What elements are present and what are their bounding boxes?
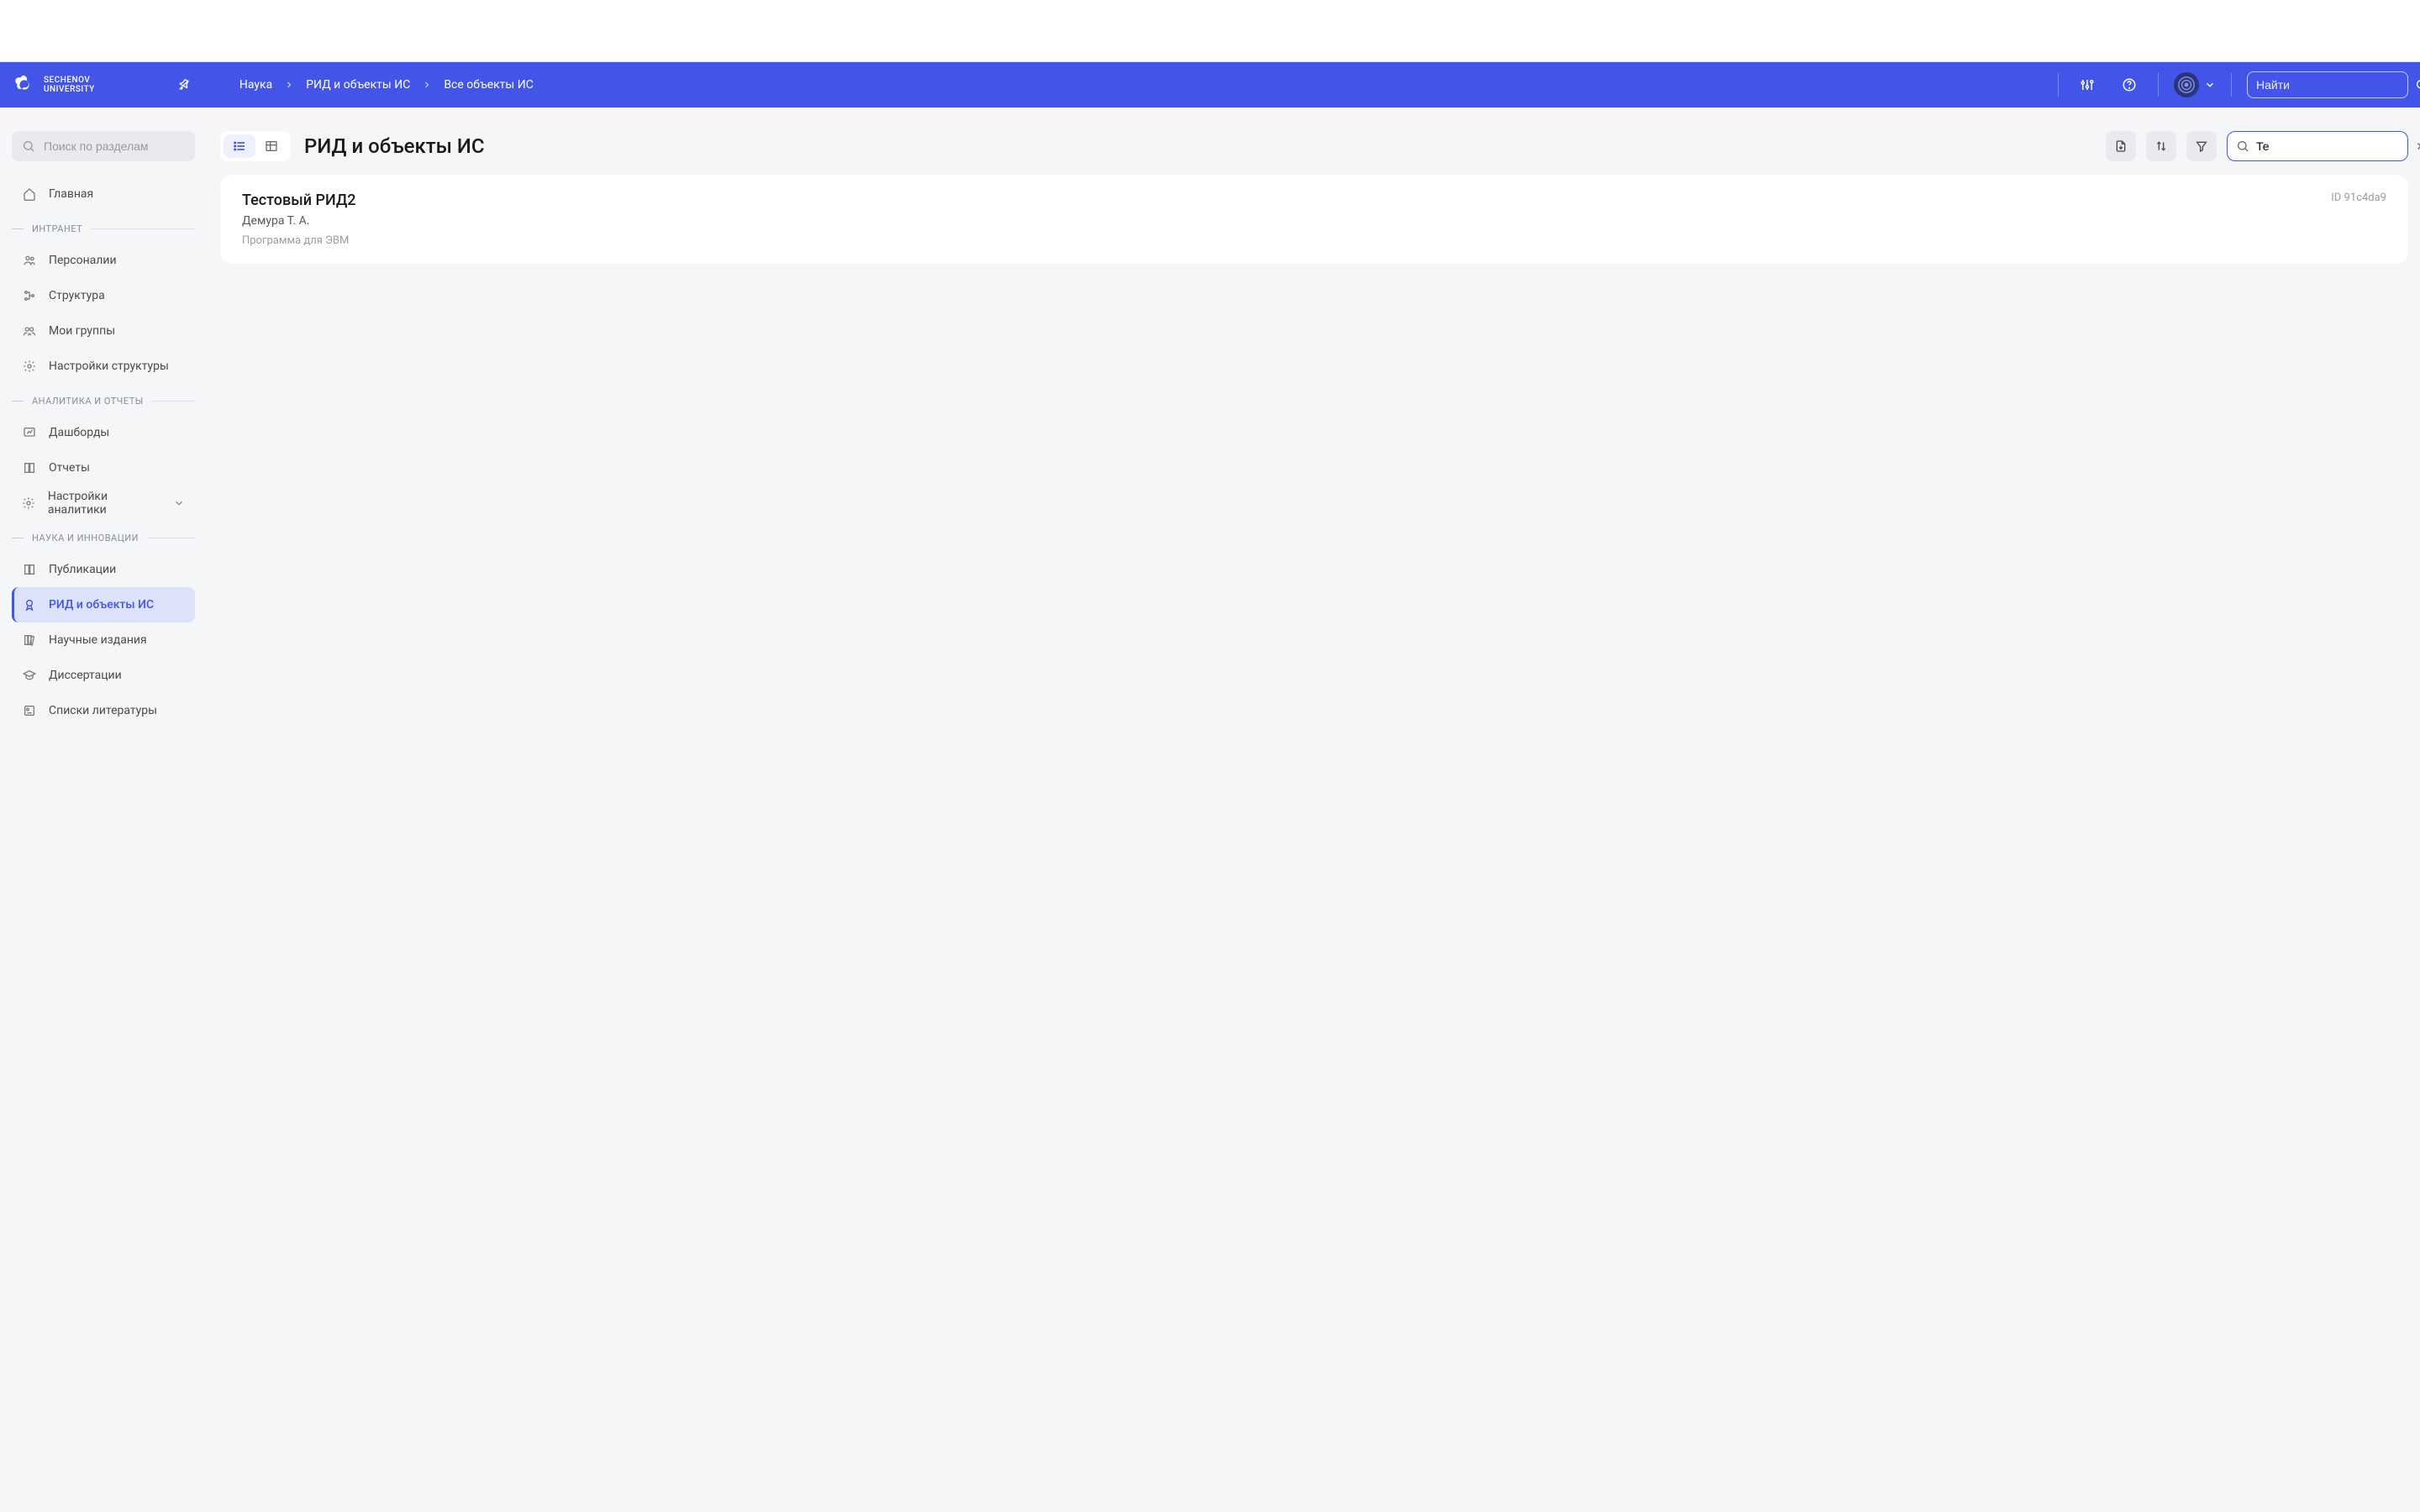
result-card[interactable]: Тестовый РИД2 ID 91c4da9 Демура Т. А. Пр… xyxy=(220,175,2408,264)
books-icon xyxy=(22,633,37,647)
nav-scientific-editions[interactable]: Научные издания xyxy=(12,622,195,658)
logo-icon xyxy=(12,72,37,97)
nav-dissertations[interactable]: Диссертации xyxy=(12,658,195,693)
award-icon xyxy=(22,598,37,612)
nav-label: Научные издания xyxy=(49,633,147,647)
content-search[interactable] xyxy=(2227,131,2408,161)
group-icon xyxy=(22,324,37,338)
users-icon xyxy=(22,254,37,267)
nav-label: Структура xyxy=(49,289,105,302)
nav-analytics-settings[interactable]: Настройки аналитики xyxy=(12,486,195,521)
list-icon xyxy=(22,704,37,717)
breadcrumb-1[interactable]: РИД и объекты ИС xyxy=(306,78,410,92)
browser-chrome xyxy=(0,0,2420,62)
card-type: Программа для ЭВМ xyxy=(242,234,2386,247)
search-icon xyxy=(2236,139,2249,153)
cap-icon xyxy=(22,669,37,682)
book-icon xyxy=(22,563,37,576)
dashboard-icon xyxy=(22,426,37,439)
settings-sliders-button[interactable] xyxy=(2074,71,2101,98)
org-icon xyxy=(22,289,37,302)
logo[interactable]: SECHENOV UNIVERSITY xyxy=(12,72,95,97)
clear-icon[interactable] xyxy=(2415,140,2420,152)
nav-personalities[interactable]: Персоналии xyxy=(12,243,195,278)
chevron-down-icon xyxy=(173,497,185,509)
nav-label: Отчеты xyxy=(49,461,90,475)
view-table-button[interactable] xyxy=(255,134,287,158)
breadcrumbs: Наука РИД и объекты ИС Все объекты ИС xyxy=(239,78,2058,92)
main: РИД и объекты ИС xyxy=(207,108,2420,1512)
search-icon xyxy=(22,139,35,153)
sort-button[interactable] xyxy=(2146,131,2176,161)
sidebar-search-input[interactable] xyxy=(44,139,196,153)
section-analytics: АНАЛИТИКА И ОТЧЕТЫ xyxy=(12,396,195,407)
app-body: Главная ИНТРАНЕТ Персоналии Структура Мо… xyxy=(0,108,2420,1512)
nav-structure-settings[interactable]: Настройки структуры xyxy=(12,349,195,384)
view-toggle xyxy=(220,131,291,161)
nav-label: Публикации xyxy=(49,563,116,576)
nav-label: Мои группы xyxy=(49,324,115,338)
export-button[interactable] xyxy=(2106,131,2136,161)
nav-label: Настройки аналитики xyxy=(48,490,161,517)
header-search[interactable] xyxy=(2247,71,2408,98)
book-icon xyxy=(22,461,37,475)
topbar-right xyxy=(2058,71,2408,98)
divider xyxy=(2231,73,2232,97)
help-button[interactable] xyxy=(2116,71,2143,98)
toolbar xyxy=(2106,131,2408,161)
nav-structure[interactable]: Структура xyxy=(12,278,195,313)
page-title: РИД и объекты ИС xyxy=(304,134,2092,158)
nav-label: Главная xyxy=(49,187,93,201)
nav-label: Настройки структуры xyxy=(49,360,169,373)
filter-button[interactable] xyxy=(2186,131,2217,161)
nav-reports[interactable]: Отчеты xyxy=(12,450,195,486)
nav-label: Дашборды xyxy=(49,426,109,439)
card-title: Тестовый РИД2 xyxy=(242,192,356,209)
avatar xyxy=(2174,72,2199,97)
topbar: SECHENOV UNIVERSITY Наука РИД и объекты … xyxy=(0,62,2420,108)
nav-publications[interactable]: Публикации xyxy=(12,552,195,587)
sidebar-search[interactable] xyxy=(12,131,195,161)
view-list-button[interactable] xyxy=(224,134,255,158)
gear-icon xyxy=(22,496,36,510)
nav-label: Списки литературы xyxy=(49,704,157,717)
chevron-down-icon xyxy=(2204,79,2216,91)
home-icon xyxy=(22,187,37,201)
logo-text: SECHENOV UNIVERSITY xyxy=(44,76,95,94)
sidebar: Главная ИНТРАНЕТ Персоналии Структура Мо… xyxy=(0,108,207,1512)
nav-bibliography[interactable]: Списки литературы xyxy=(12,693,195,728)
card-id: ID 91c4da9 xyxy=(2331,192,2386,204)
breadcrumb-2[interactable]: Все объекты ИС xyxy=(444,78,534,92)
nav-label: Диссертации xyxy=(49,669,122,682)
user-menu[interactable] xyxy=(2174,72,2216,97)
search-icon[interactable] xyxy=(2415,78,2420,92)
nav-my-groups[interactable]: Мои группы xyxy=(12,313,195,349)
gear-icon xyxy=(22,360,37,373)
nav-home[interactable]: Главная xyxy=(12,176,195,212)
main-header: РИД и объекты ИС xyxy=(220,131,2408,161)
breadcrumb-0[interactable]: Наука xyxy=(239,78,272,92)
header-search-input[interactable] xyxy=(2256,78,2408,92)
divider xyxy=(2058,73,2059,97)
nav-label: РИД и объекты ИС xyxy=(49,598,154,612)
pin-toggle[interactable] xyxy=(171,71,197,98)
chevron-right-icon xyxy=(284,80,294,90)
card-author: Демура Т. А. xyxy=(242,214,2386,228)
nav-rid-ip[interactable]: РИД и объекты ИС xyxy=(12,587,195,622)
divider xyxy=(2158,73,2159,97)
section-science: НАУКА И ИННОВАЦИИ xyxy=(12,533,195,543)
chevron-right-icon xyxy=(422,80,432,90)
content-search-input[interactable] xyxy=(2256,139,2408,153)
section-intranet: ИНТРАНЕТ xyxy=(12,223,195,234)
nav-dashboards[interactable]: Дашборды xyxy=(12,415,195,450)
nav-label: Персоналии xyxy=(49,254,117,267)
